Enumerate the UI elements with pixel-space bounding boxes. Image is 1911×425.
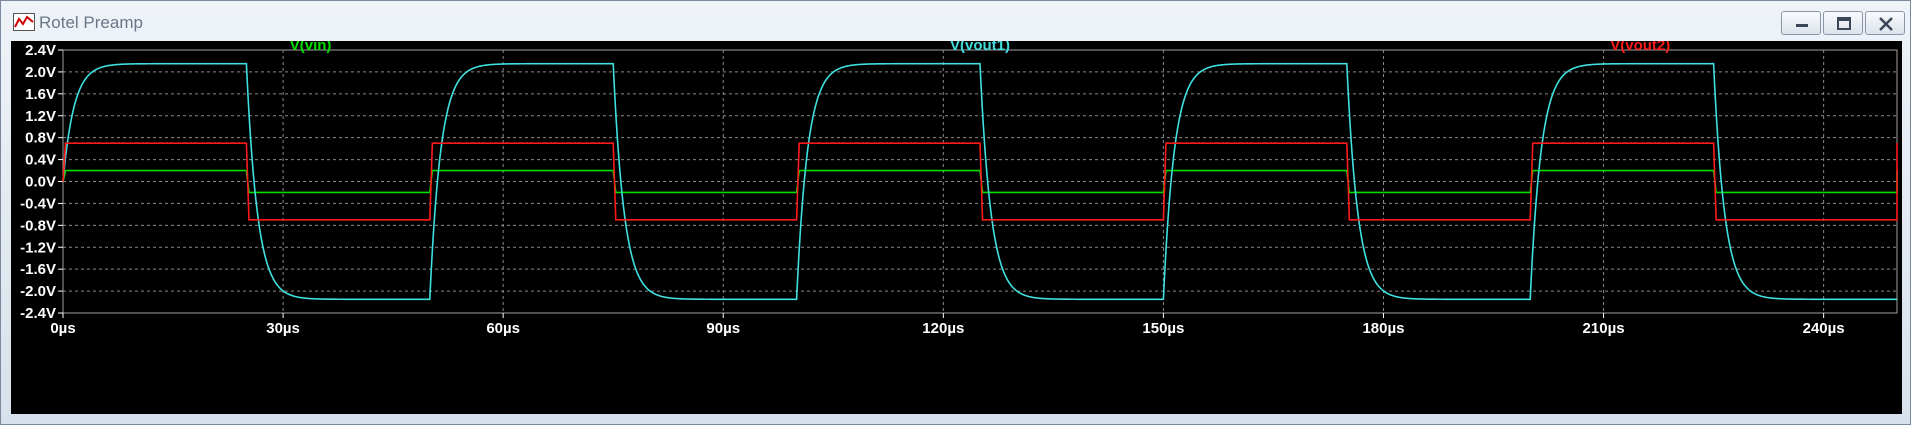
close-icon: [1879, 17, 1893, 31]
minimize-icon: [1796, 24, 1808, 27]
app-window: Rotel Preamp 2.4V 2.0V 1.6V 1.2V 0.8V 0.4V 0.0…: [0, 0, 1911, 425]
x-tick-label: 210µs: [1583, 320, 1625, 337]
legend-label[interactable]: V(vin): [290, 41, 332, 54]
x-tick-label: 60µs: [486, 320, 520, 337]
x-tick-label: 0µs: [50, 320, 75, 337]
series-line-vvout1: [62, 62, 1897, 301]
y-tick-label: 0.4V: [25, 152, 56, 169]
y-tick-label: -0.8V: [20, 217, 56, 234]
y-tick-label: 0.0V: [25, 174, 56, 191]
series-line-vvout2: [62, 142, 1898, 221]
y-tick-label: -1.6V: [20, 261, 56, 278]
y-tick-label: 0.8V: [25, 130, 56, 147]
x-tick-label: 30µs: [266, 320, 300, 337]
series-line-vvin: [62, 169, 1898, 194]
x-tick-label: 90µs: [706, 320, 740, 337]
plot-frame: 2.4V 2.0V 1.6V 1.2V 0.8V 0.4V 0.0V -0.4V -0.8V -1…: [11, 41, 1902, 414]
legend-label[interactable]: V(vout2): [1610, 41, 1670, 54]
title-bar[interactable]: Rotel Preamp: [1, 1, 1910, 45]
minimize-button[interactable]: [1781, 11, 1821, 35]
maximize-button[interactable]: [1823, 11, 1863, 35]
plot-area-border: [62, 49, 1898, 314]
y-tick-label: 1.6V: [25, 86, 56, 103]
y-tick-label: -1.2V: [20, 239, 56, 256]
x-tick-label: 150µs: [1142, 320, 1184, 337]
y-tick-label: 2.0V: [25, 64, 56, 81]
maximize-icon: [1837, 17, 1851, 30]
close-button[interactable]: [1865, 11, 1905, 35]
y-tick-label: 2.4V: [25, 42, 56, 59]
y-tick-label: -0.4V: [20, 195, 56, 212]
legend-label[interactable]: V(vout1): [950, 41, 1010, 54]
waveform-plot[interactable]: 2.4V 2.0V 1.6V 1.2V 0.8V 0.4V 0.0V -0.4V -0.8V -1…: [11, 41, 1902, 414]
y-tick-label: -2.0V: [20, 283, 56, 300]
x-tick-label: 240µs: [1803, 320, 1845, 337]
waveform-icon: [13, 13, 35, 31]
x-tick-label: 180µs: [1362, 320, 1404, 337]
window-title: Rotel Preamp: [39, 13, 143, 32]
x-tick-label: 120µs: [922, 320, 964, 337]
y-tick-label: 1.2V: [25, 108, 56, 125]
